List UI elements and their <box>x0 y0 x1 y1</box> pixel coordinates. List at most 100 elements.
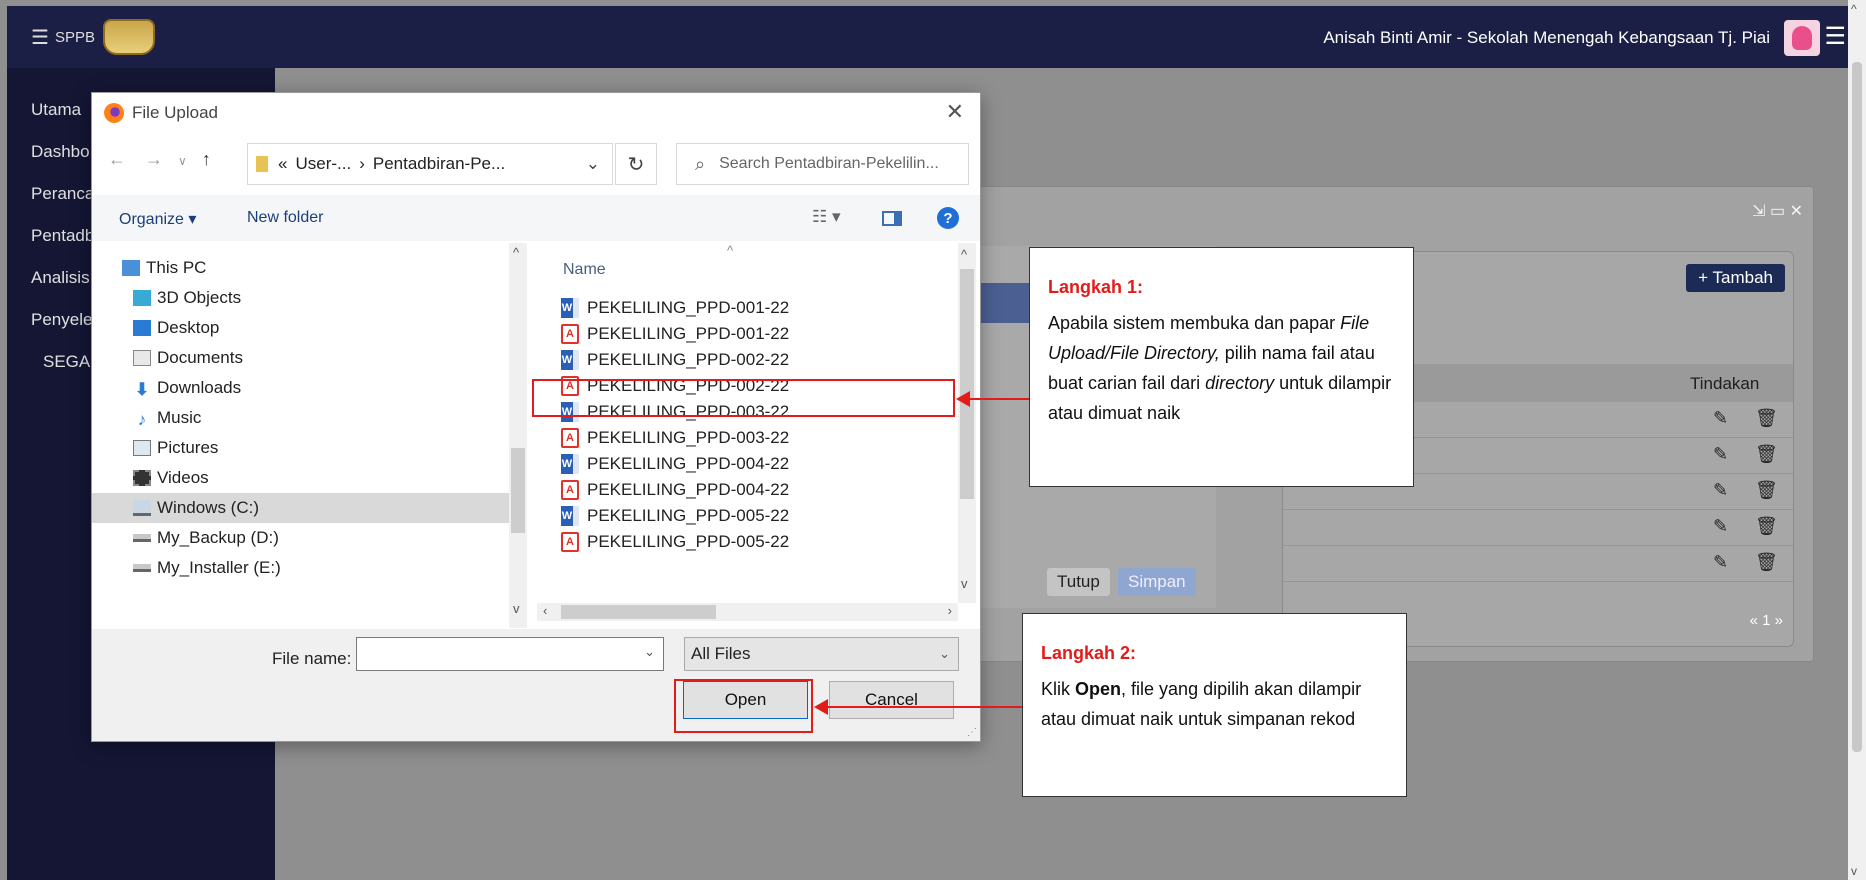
file-item[interactable]: A PEKELILING_PPD-004-22 <box>561 477 789 503</box>
sidebar-item-sega[interactable]: SEGA <box>43 352 90 372</box>
nav-item-my-backup-d[interactable]: My_Backup (D:) <box>133 523 279 553</box>
sort-caret-icon: ^ <box>727 243 734 258</box>
file-item[interactable]: A PEKELILING_PPD-005-22 <box>561 529 789 555</box>
breadcrumb-user[interactable]: User-... <box>295 154 351 174</box>
chevron-down-icon[interactable]: ⌄ <box>644 644 655 660</box>
edit-icon[interactable]: ✎ <box>1713 480 1728 501</box>
resize-grip-icon[interactable]: ⋰ <box>967 727 977 738</box>
scroll-up-icon[interactable]: ^ <box>513 245 519 260</box>
search-input[interactable]: ⌕ Search Pentadbiran-Pekelilin... <box>676 143 969 185</box>
nav-item-my-installer-e[interactable]: My_Installer (E:) <box>133 553 281 583</box>
callout-text-italic: directory <box>1205 373 1275 393</box>
edit-icon[interactable]: ✎ <box>1713 516 1728 537</box>
file-item[interactable]: W PEKELILING_PPD-002-22 <box>561 347 789 373</box>
add-button[interactable]: + Tambah <box>1686 264 1785 292</box>
file-scroll-thumb[interactable] <box>960 269 974 499</box>
trash-icon[interactable]: 🗑 <box>1755 408 1778 429</box>
nav-scrollbar[interactable]: ^ v <box>509 243 527 628</box>
trash-icon[interactable]: 🗑 <box>1755 516 1778 537</box>
scroll-down-icon[interactable]: v <box>1851 864 1857 878</box>
scroll-left-icon[interactable]: ‹ <box>543 603 547 618</box>
help-icon[interactable]: ? <box>937 207 959 229</box>
nav-item-downloads[interactable]: ⬇ Downloads <box>133 373 241 403</box>
scroll-up-icon[interactable]: ^ <box>1851 2 1857 16</box>
panel-window-controls-icon[interactable]: ⇲ ▭ ✕ <box>1752 201 1803 221</box>
recent-chevron-icon[interactable]: ∨ <box>178 154 187 168</box>
close-button[interactable]: Tutup <box>1047 568 1110 596</box>
view-options-icon[interactable]: ☷ ▾ <box>812 207 841 227</box>
file-name: PEKELILING_PPD-003-22 <box>587 428 790 447</box>
dialog-toolbar: Organize ▾ New folder ☷ ▾ ? <box>92 195 980 241</box>
up-arrow-icon[interactable]: ↑ <box>202 149 211 169</box>
horizontal-scrollbar[interactable]: ‹ › <box>537 603 958 621</box>
dialog-title-text: File Upload <box>132 103 218 122</box>
trash-icon[interactable]: 🗑 <box>1755 444 1778 465</box>
scroll-up-icon[interactable]: ^ <box>961 247 967 262</box>
nav-item-documents[interactable]: Documents <box>133 343 243 373</box>
breadcrumb-folder[interactable]: Pentadbiran-Pe... <box>373 154 505 174</box>
organize-button[interactable]: Organize ▾ <box>119 209 196 229</box>
arrow-head-icon <box>956 391 970 407</box>
close-icon[interactable]: ✕ <box>946 99 964 125</box>
file-item[interactable]: W PEKELILING_PPD-005-22 <box>561 503 789 529</box>
file-name: PEKELILING_PPD-004-22 <box>587 480 790 499</box>
file-name: PEKELILING_PPD-005-22 <box>587 532 790 551</box>
file-item[interactable]: A PEKELILING_PPD-003-22 <box>561 425 789 451</box>
sidebar-item-utama[interactable]: Utama <box>31 100 81 120</box>
nav-item-desktop[interactable]: Desktop <box>133 313 219 343</box>
preview-pane-icon[interactable] <box>882 211 902 226</box>
cancel-button[interactable]: Cancel <box>829 681 954 719</box>
hamburger-menu-icon[interactable]: ☰ <box>31 25 49 50</box>
nav-item-this-pc[interactable]: This PC <box>122 253 206 283</box>
scroll-down-icon[interactable]: v <box>961 576 968 591</box>
avatar[interactable] <box>1784 20 1820 56</box>
callout-title: Langkah 2: <box>1041 643 1137 663</box>
horizontal-scroll-thumb[interactable] <box>561 605 716 619</box>
nav-item-3d-objects[interactable]: 3D Objects <box>133 283 241 313</box>
back-arrow-icon[interactable]: ← <box>108 149 126 169</box>
save-button[interactable]: Simpan <box>1118 568 1196 596</box>
edit-icon[interactable]: ✎ <box>1713 408 1728 429</box>
user-menu-icon[interactable]: ☰ <box>1824 22 1846 51</box>
word-doc-icon: W <box>561 454 579 474</box>
new-folder-button[interactable]: New folder <box>247 209 323 227</box>
page-scrollbar[interactable]: ^ v <box>1848 0 1866 880</box>
sidebar-item-dashboard[interactable]: Dashbo <box>31 142 90 162</box>
pagination[interactable]: « 1 » <box>1750 612 1783 629</box>
chevron-down-icon[interactable]: ⌄ <box>586 154 600 174</box>
forward-arrow-icon[interactable]: → <box>145 149 163 169</box>
file-item[interactable]: A PEKELILING_PPD-001-22 <box>561 321 789 347</box>
app-brand[interactable]: SPPB <box>55 29 95 46</box>
file-type-select[interactable]: All Files ⌄ <box>684 637 959 671</box>
sidebar-item-analisis[interactable]: Analisis <box>31 268 90 288</box>
edit-icon[interactable]: ✎ <box>1713 552 1728 573</box>
file-name: PEKELILING_PPD-001-22 <box>587 298 790 317</box>
top-navbar: ☰ SPPB Anisah Binti Amir - Sekolah Menen… <box>7 6 1848 68</box>
file-name-input[interactable]: ⌄ <box>356 637 664 671</box>
drive-icon <box>133 534 151 542</box>
file-item[interactable]: W PEKELILING_PPD-001-22 <box>561 295 789 321</box>
nav-item-videos[interactable]: Videos <box>133 463 209 493</box>
nav-item-label: 3D Objects <box>157 288 242 307</box>
search-icon: ⌕ <box>695 153 706 174</box>
name-column-header[interactable]: Name <box>563 261 606 279</box>
refresh-icon[interactable]: ↻ <box>615 143 657 185</box>
sidebar-item-pentadbiran[interactable]: Pentadb <box>31 226 94 246</box>
nav-item-music[interactable]: ♪ Music <box>133 403 202 433</box>
nav-scroll-thumb[interactable] <box>511 448 525 533</box>
trash-icon[interactable]: 🗑 <box>1755 480 1778 501</box>
file-item[interactable]: W PEKELILING_PPD-004-22 <box>561 451 789 477</box>
sidebar-item-perancangan[interactable]: Peranca <box>31 184 94 204</box>
file-scrollbar[interactable]: ^ v <box>958 243 976 603</box>
trash-icon[interactable]: 🗑 <box>1755 552 1778 573</box>
page-scroll-thumb[interactable] <box>1852 62 1862 752</box>
nav-item-pictures[interactable]: Pictures <box>133 433 218 463</box>
address-bar[interactable]: « User-... › Pentadbiran-Pe... ⌄ <box>247 143 613 185</box>
edit-icon[interactable]: ✎ <box>1713 444 1728 465</box>
sidebar-item-penyelenggaraan[interactable]: Penyele <box>31 310 92 330</box>
nav-item-windows-c[interactable]: Windows (C:) <box>92 493 512 523</box>
downloads-icon: ⬇ <box>134 380 150 399</box>
scroll-right-icon[interactable]: › <box>948 603 952 618</box>
nav-item-label: Pictures <box>157 438 219 457</box>
scroll-down-icon[interactable]: v <box>513 601 520 616</box>
